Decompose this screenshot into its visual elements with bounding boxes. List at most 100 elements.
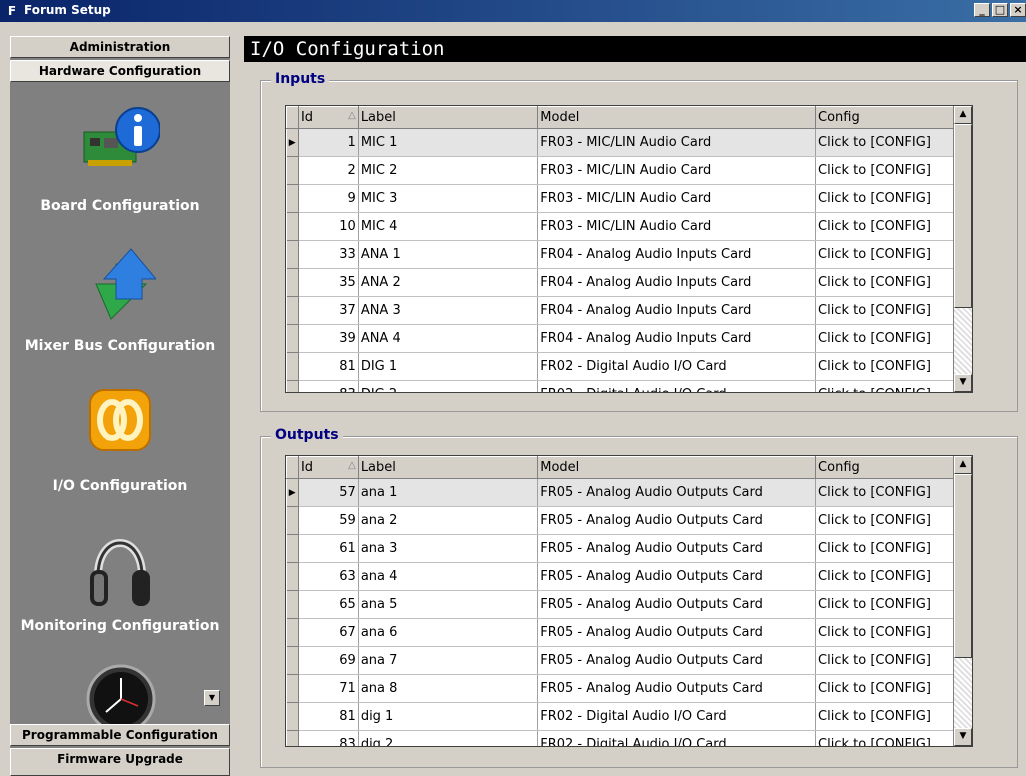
tab-programmable-configuration[interactable]: Programmable Configuration [10, 724, 230, 746]
cell-label[interactable]: dig 1 [358, 702, 539, 731]
cell-config[interactable]: Click to [CONFIG] [815, 240, 954, 269]
cell-model[interactable]: FR03 - MIC/LIN Audio Card [537, 156, 817, 185]
table-row[interactable]: 83 dig 2 FR02 - Digital Audio I/O Card Clic… [286, 730, 954, 746]
cell-label[interactable]: ANA 1 [358, 240, 539, 269]
cell-config[interactable]: Click to [CONFIG] [815, 590, 954, 619]
cell-label[interactable]: ana 7 [358, 646, 539, 675]
mixer-arrows-icon[interactable] [86, 244, 158, 324]
cell-id[interactable]: 69 [298, 646, 359, 675]
row-indicator[interactable] [286, 506, 299, 535]
cell-config[interactable]: Click to [CONFIG] [815, 730, 954, 746]
cell-id[interactable]: 81 [298, 352, 359, 381]
table-row[interactable]: 9 MIC 3 FR03 - MIC/LIN Audio Card Click to … [286, 184, 954, 213]
row-indicator[interactable] [286, 240, 299, 269]
table-row[interactable]: 33 ANA 1 FR04 - Analog Audio Inputs Card Cl… [286, 240, 954, 269]
sidebar-scroll-down-button[interactable]: ▼ [204, 690, 220, 706]
cell-id[interactable]: 35 [298, 268, 359, 297]
row-indicator[interactable] [286, 380, 299, 392]
cell-config[interactable]: Click to [CONFIG] [815, 674, 954, 703]
inputs-column-id[interactable]: Id △ [297, 106, 359, 129]
sidebar-item-io-configuration[interactable]: I/O Configuration [10, 478, 230, 494]
outputs-scroll-thumb[interactable] [954, 474, 972, 658]
cell-model[interactable]: FR05 - Analog Audio Outputs Card [537, 618, 817, 647]
table-row[interactable]: 69 ana 7 FR05 - Analog Audio Outputs Card C… [286, 646, 954, 675]
minimize-button[interactable]: _ [974, 3, 990, 17]
cell-model[interactable]: FR05 - Analog Audio Outputs Card [537, 674, 817, 703]
sidebar-item-board-configuration[interactable]: Board Configuration [10, 198, 230, 214]
current-row-indicator-icon[interactable]: ▶ [286, 478, 299, 507]
row-indicator[interactable] [286, 590, 299, 619]
row-indicator[interactable] [286, 296, 299, 325]
cell-label[interactable]: ana 4 [358, 562, 539, 591]
cell-label[interactable]: ana 3 [358, 534, 539, 563]
cell-model[interactable]: FR05 - Analog Audio Outputs Card [537, 534, 817, 563]
cell-label[interactable]: ANA 3 [358, 296, 539, 325]
cell-model[interactable]: FR03 - MIC/LIN Audio Card [537, 128, 817, 157]
cell-model[interactable]: FR04 - Analog Audio Inputs Card [537, 324, 817, 353]
cell-label[interactable]: DIG 1 [358, 352, 539, 381]
row-indicator[interactable] [286, 324, 299, 353]
cell-model[interactable]: FR02 - Digital Audio I/O Card [537, 352, 817, 381]
cell-config[interactable]: Click to [CONFIG] [815, 506, 954, 535]
cell-config[interactable]: Click to [CONFIG] [815, 380, 954, 392]
cell-label[interactable]: ANA 2 [358, 268, 539, 297]
cell-config[interactable]: Click to [CONFIG] [815, 268, 954, 297]
board-info-icon[interactable] [80, 102, 161, 178]
cell-label[interactable]: ana 8 [358, 674, 539, 703]
cell-id[interactable]: 1 [298, 128, 359, 157]
table-row[interactable]: ▶ 1 MIC 1 FR03 - MIC/LIN Audio Card Click to… [286, 128, 954, 157]
cell-label[interactable]: MIC 2 [358, 156, 539, 185]
clock-icon[interactable] [86, 664, 156, 726]
cell-id[interactable]: 2 [298, 156, 359, 185]
outputs-column-config[interactable]: Config [815, 456, 954, 479]
cell-id[interactable]: 81 [298, 702, 359, 731]
cell-model[interactable]: FR05 - Analog Audio Outputs Card [537, 590, 817, 619]
row-indicator[interactable] [286, 702, 299, 731]
table-row[interactable]: 35 ANA 2 FR04 - Analog Audio Inputs Card Cl… [286, 268, 954, 297]
row-indicator[interactable] [286, 646, 299, 675]
cell-model[interactable]: FR04 - Analog Audio Inputs Card [537, 240, 817, 269]
row-indicator[interactable] [286, 156, 299, 185]
inputs-scrollbar[interactable]: ▲ ▼ [953, 106, 972, 392]
cell-model[interactable]: FR03 - MIC/LIN Audio Card [537, 184, 817, 213]
cell-label[interactable]: MIC 1 [358, 128, 539, 157]
cell-id[interactable]: 9 [298, 184, 359, 213]
row-indicator[interactable] [286, 184, 299, 213]
cell-config[interactable]: Click to [CONFIG] [815, 296, 954, 325]
cell-id[interactable]: 37 [298, 296, 359, 325]
cell-label[interactable]: MIC 3 [358, 184, 539, 213]
row-indicator[interactable] [286, 562, 299, 591]
outputs-column-id[interactable]: Id △ [297, 456, 359, 479]
cell-label[interactable]: ana 6 [358, 618, 539, 647]
cell-model[interactable]: FR04 - Analog Audio Inputs Card [537, 296, 817, 325]
table-row[interactable]: ▶ 57 ana 1 FR05 - Analog Audio Outputs Card… [286, 478, 954, 507]
cell-label[interactable]: ana 1 [358, 478, 539, 507]
sidebar-item-monitoring-configuration[interactable]: Monitoring Configuration [10, 618, 230, 634]
inputs-column-label[interactable]: Label [357, 106, 539, 129]
inputs-scroll-up-button[interactable]: ▲ [954, 106, 972, 124]
close-button[interactable]: × [1010, 3, 1026, 17]
headphones-icon[interactable] [90, 524, 150, 612]
cell-model[interactable]: FR05 - Analog Audio Outputs Card [537, 478, 817, 507]
cell-model[interactable]: FR04 - Analog Audio Inputs Card [537, 268, 817, 297]
row-indicator[interactable] [286, 618, 299, 647]
cell-label[interactable]: ana 5 [358, 590, 539, 619]
inputs-column-model[interactable]: Model [537, 106, 817, 129]
cell-id[interactable]: 59 [298, 506, 359, 535]
cell-id[interactable]: 10 [298, 212, 359, 241]
cell-config[interactable]: Click to [CONFIG] [815, 702, 954, 731]
row-indicator[interactable] [286, 268, 299, 297]
cell-id[interactable]: 39 [298, 324, 359, 353]
table-row[interactable]: 10 MIC 4 FR03 - MIC/LIN Audio Card Click to… [286, 212, 954, 241]
row-indicator[interactable] [286, 730, 299, 746]
table-row[interactable]: 65 ana 5 FR05 - Analog Audio Outputs Card C… [286, 590, 954, 619]
inputs-scroll-down-button[interactable]: ▼ [954, 374, 972, 392]
cell-model[interactable]: FR05 - Analog Audio Outputs Card [537, 506, 817, 535]
outputs-scroll-up-button[interactable]: ▲ [954, 456, 972, 474]
cell-model[interactable]: FR02 - Digital Audio I/O Card [537, 730, 817, 746]
inputs-scroll-track[interactable] [954, 308, 972, 374]
outputs-scroll-track[interactable] [954, 658, 972, 728]
cell-id[interactable]: 61 [298, 534, 359, 563]
cell-config[interactable]: Click to [CONFIG] [815, 478, 954, 507]
row-indicator[interactable] [286, 352, 299, 381]
